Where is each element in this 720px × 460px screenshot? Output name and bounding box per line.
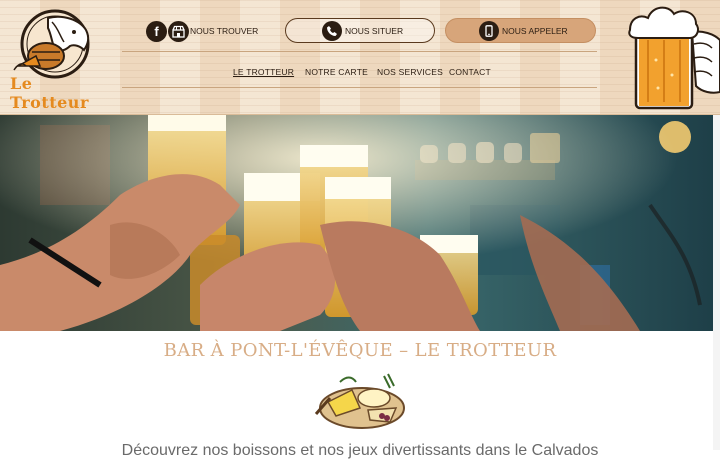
nav-item-notre-carte[interactable]: NOTRE CARTE: [305, 67, 368, 77]
cheese-platter-illustration: [314, 373, 405, 429]
locate-button-label: NOUS SITUER: [345, 26, 404, 36]
nav-item-le-trotteur[interactable]: LE TROTTEUR: [233, 67, 294, 77]
header-divider-bottom: [122, 87, 597, 88]
locate-button[interactable]: NOUS SITUER: [285, 18, 435, 43]
facebook-icon: f: [154, 24, 159, 39]
shop-icon: [172, 25, 185, 38]
page-title: BAR À PONT-L'ÉVÊQUE – LE TROTTEUR: [163, 340, 557, 361]
phone-icon: [322, 20, 342, 41]
nav-item-contact[interactable]: CONTACT: [449, 67, 491, 77]
smartphone-icon: [479, 20, 499, 41]
scrollbar[interactable]: [713, 115, 720, 450]
logo-wordmark[interactable]: Le Trotteur: [10, 74, 114, 112]
facebook-button[interactable]: f: [146, 21, 167, 42]
nav-item-nos-services[interactable]: NOS SERVICES: [377, 67, 443, 77]
call-button[interactable]: NOUS APPELER: [445, 18, 596, 43]
shop-button[interactable]: [168, 21, 189, 42]
beer-mug-illustration: [628, 6, 720, 110]
intro-text: Découvrez nos boissons et nos jeux diver…: [121, 442, 599, 459]
call-button-label: NOUS APPELER: [502, 26, 568, 36]
hero-image-beer-toast: [0, 115, 713, 331]
header-divider-top: [122, 51, 597, 52]
find-us-link[interactable]: NOUS TROUVER: [190, 26, 258, 36]
site-header: Le Trotteur f NOUS TROUVER NOUS SITUER N…: [0, 0, 720, 115]
